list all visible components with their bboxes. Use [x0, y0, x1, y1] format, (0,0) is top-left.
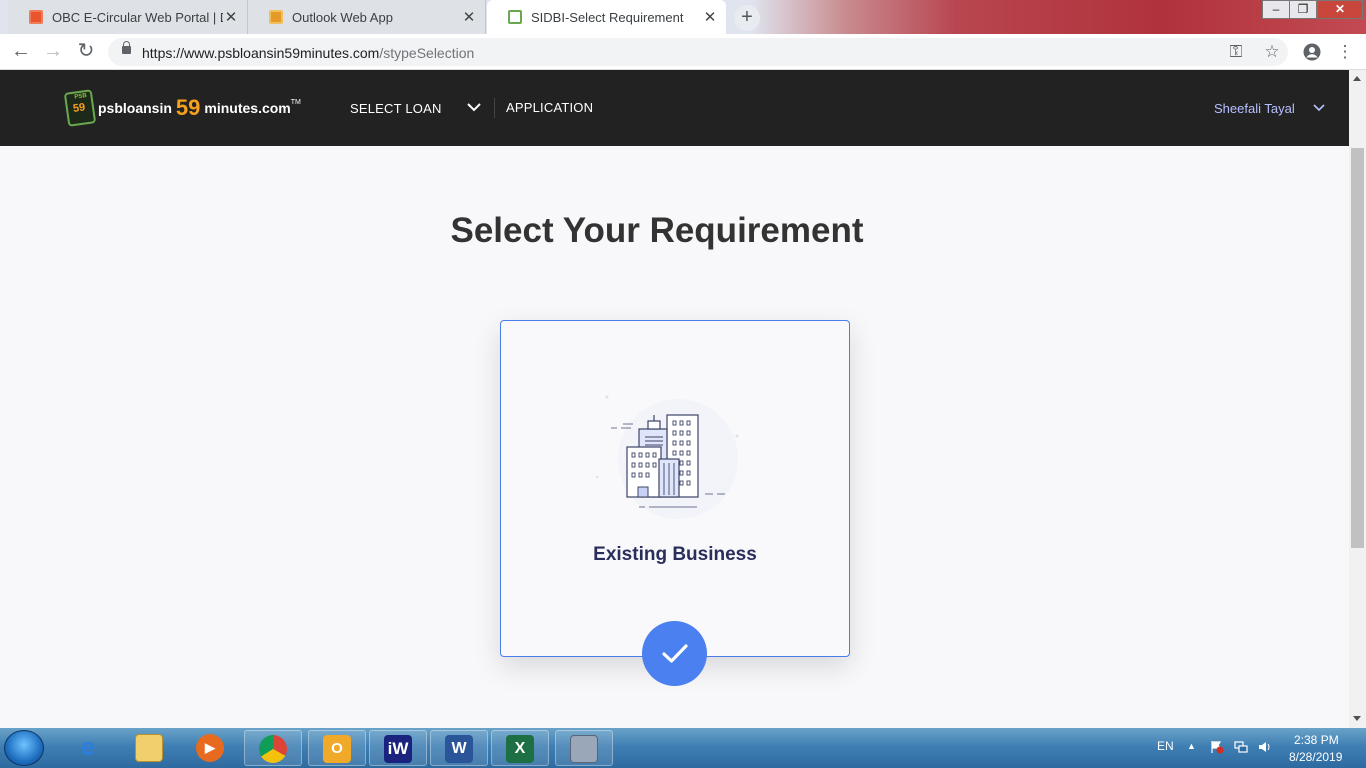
- iw-app-taskbar-icon[interactable]: iW: [369, 730, 427, 766]
- url-host: https://www.psbloansin59minutes.com: [142, 45, 380, 61]
- requirement-option-existing-business[interactable]: Existing Business: [500, 320, 850, 657]
- nav-select-loan[interactable]: SELECT LOAN: [350, 101, 442, 116]
- logo-badge-icon: PSB 59: [63, 89, 97, 127]
- url-text: https://www.psbloansin59minutes.com/styp…: [142, 45, 474, 61]
- file-explorer-taskbar-icon[interactable]: [121, 730, 179, 766]
- show-hidden-icons-icon[interactable]: ▲: [1187, 741, 1196, 751]
- restore-window-icon[interactable]: ❐: [1289, 0, 1317, 19]
- page-title: Select Your Requirement: [450, 211, 864, 250]
- close-tab-icon[interactable]: ✕: [223, 8, 239, 26]
- sidbi-favicon-icon: [508, 10, 522, 24]
- site-logo[interactable]: PSB 59 psbloansin 59 minutes.com TM: [63, 89, 301, 127]
- browser-tab-strip: OBC E-Circular Web Portal | Dash ✕ Outlo…: [0, 0, 1366, 34]
- obc-favicon-icon: [29, 10, 43, 24]
- tab-title: OBC E-Circular Web Portal | Dash: [52, 9, 223, 25]
- tab-obc-ecircular[interactable]: OBC E-Circular Web Portal | Dash ✕: [8, 0, 248, 34]
- logo-badge-number: 59: [72, 101, 87, 115]
- address-bar[interactable]: https://www.psbloansin59minutes.com/styp…: [108, 38, 1288, 66]
- forward-arrow-icon[interactable]: →: [41, 40, 65, 64]
- outlook-icon: O: [323, 735, 351, 763]
- internet-explorer-taskbar-icon[interactable]: e: [60, 730, 118, 766]
- calculator-icon: [570, 735, 598, 763]
- ie-icon: e: [81, 734, 95, 761]
- clock-time[interactable]: 2:38 PM: [1294, 733, 1339, 747]
- logo-text-right: minutes.com: [204, 100, 291, 116]
- network-icon[interactable]: [1234, 740, 1248, 754]
- bookmark-star-icon[interactable]: ☆: [1260, 40, 1284, 64]
- tab-title: SIDBI-Select Requirement: [531, 9, 684, 25]
- word-taskbar-icon[interactable]: W: [430, 730, 488, 766]
- tab-sidbi-select-requirement[interactable]: SIDBI-Select Requirement ✕: [487, 0, 726, 34]
- action-center-flag-icon[interactable]: [1210, 740, 1224, 754]
- logo-badge-top: PSB: [74, 92, 88, 101]
- nav-separator: [494, 98, 495, 118]
- logo-text-left: psbloansin: [98, 100, 172, 116]
- scrollbar-thumb[interactable]: [1351, 148, 1364, 548]
- excel-taskbar-icon[interactable]: X: [491, 730, 549, 766]
- media-player-taskbar-icon[interactable]: ▶: [182, 730, 240, 766]
- excel-icon: X: [506, 735, 534, 763]
- tab-title: Outlook Web App: [292, 9, 393, 25]
- language-indicator[interactable]: EN: [1157, 739, 1174, 753]
- tab-outlook-web-app[interactable]: Outlook Web App ✕: [248, 0, 486, 34]
- logo-trademark: TM: [290, 98, 301, 106]
- user-menu-chevron-down-icon[interactable]: [1312, 99, 1326, 117]
- url-path: /stypeSelection: [379, 45, 475, 61]
- buildings-icon: [595, 395, 739, 519]
- word-icon: W: [445, 735, 473, 763]
- close-tab-icon[interactable]: ✕: [461, 8, 477, 26]
- option-label: Existing Business: [593, 544, 757, 565]
- scroll-down-arrow-icon[interactable]: [1353, 716, 1361, 721]
- close-tab-icon[interactable]: ✕: [702, 8, 718, 26]
- logo-number: 59: [175, 95, 201, 120]
- iw-app-icon: iW: [384, 735, 412, 763]
- select-loan-chevron-down-icon[interactable]: [466, 101, 482, 115]
- windows-taskbar: e ▶ O iW W X EN ▲ 2:38 PM 8/28/2019: [0, 728, 1366, 768]
- chrome-icon: [259, 735, 287, 763]
- reload-icon[interactable]: ↻: [74, 40, 98, 64]
- clock-date[interactable]: 8/28/2019: [1289, 750, 1342, 764]
- folder-icon: [135, 734, 163, 762]
- menu-kebab-icon[interactable]: ⋮: [1333, 40, 1357, 64]
- calculator-taskbar-icon[interactable]: [555, 730, 613, 766]
- media-player-icon: ▶: [196, 734, 224, 762]
- outlook-taskbar-icon[interactable]: O: [308, 730, 366, 766]
- minimize-window-icon[interactable]: –: [1262, 0, 1290, 19]
- profile-avatar-icon[interactable]: [1300, 40, 1324, 64]
- outlook-favicon-icon: [269, 10, 283, 24]
- lock-icon: [122, 41, 131, 54]
- back-arrow-icon[interactable]: ←: [9, 40, 33, 64]
- new-tab-button[interactable]: +: [734, 5, 760, 31]
- nav-application[interactable]: APPLICATION: [506, 100, 593, 115]
- key-icon[interactable]: ⚿: [1224, 40, 1248, 64]
- chrome-taskbar-icon[interactable]: [244, 730, 302, 766]
- browser-toolbar: ← → ↻ https://www.psbloansin59minutes.co…: [0, 34, 1366, 70]
- windows-start-button[interactable]: [4, 730, 44, 766]
- close-window-icon[interactable]: ✕: [1317, 0, 1363, 19]
- selected-checkmark-icon[interactable]: [642, 621, 707, 686]
- site-header: PSB 59 psbloansin 59 minutes.com TM SELE…: [0, 70, 1349, 146]
- user-name[interactable]: Sheefali Tayal: [1214, 101, 1295, 116]
- scroll-up-arrow-icon[interactable]: [1353, 76, 1361, 81]
- volume-icon[interactable]: [1258, 740, 1272, 754]
